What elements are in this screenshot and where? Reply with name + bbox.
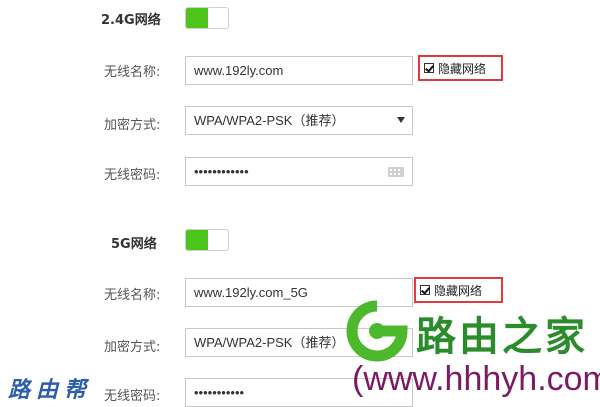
hide-network-checkbox-24g[interactable]: 隐藏网络 [418, 55, 503, 81]
encrypt-value-5g: WPA/WPA2-PSK（推荐） [194, 335, 345, 350]
brand-logo-icon [346, 300, 408, 362]
password-label-5g: 无线密码: [104, 389, 161, 404]
toggle-knob [186, 230, 208, 250]
encrypt-select-24g[interactable]: WPA/WPA2-PSK（推荐） [185, 106, 413, 135]
brand-watermark-url: (www.hhhyh.com) [352, 360, 600, 398]
password-input-24g[interactable]: •••••••••••• [185, 157, 413, 186]
section-title-5g: 5G网络 [111, 237, 157, 252]
brand-watermark-text: 路由之家 [416, 314, 588, 360]
toggle-knob [186, 8, 208, 28]
encrypt-label-24g: 加密方式: [104, 118, 161, 133]
section-title-24g: 2.4G网络 [101, 13, 161, 28]
password-label-24g: 无线密码: [104, 168, 161, 183]
encrypt-value-24g: WPA/WPA2-PSK（推荐） [194, 113, 345, 128]
hide-network-label-5g: 隐藏网络 [434, 283, 483, 298]
password-value-5g: ••••••••••• [194, 385, 245, 400]
hide-network-label-24g: 隐藏网络 [438, 61, 487, 76]
ssid-label-5g: 无线名称: [104, 288, 161, 303]
password-value-24g: •••••••••••• [194, 164, 249, 179]
keyboard-icon[interactable] [388, 167, 404, 177]
hide-network-checkbox-5g[interactable]: 隐藏网络 [414, 277, 503, 303]
toggle-24g[interactable] [185, 7, 229, 29]
ssid-label-24g: 无线名称: [104, 65, 161, 80]
dropdown-arrow-icon [397, 117, 405, 123]
toggle-5g[interactable] [185, 229, 229, 251]
checkbox-checked-icon [420, 285, 430, 295]
left-watermark-text: 路由帮 [8, 378, 93, 403]
encrypt-label-5g: 加密方式: [104, 340, 161, 355]
checkbox-checked-icon [424, 63, 434, 73]
ssid-input-24g[interactable]: www.192ly.com [185, 56, 413, 85]
